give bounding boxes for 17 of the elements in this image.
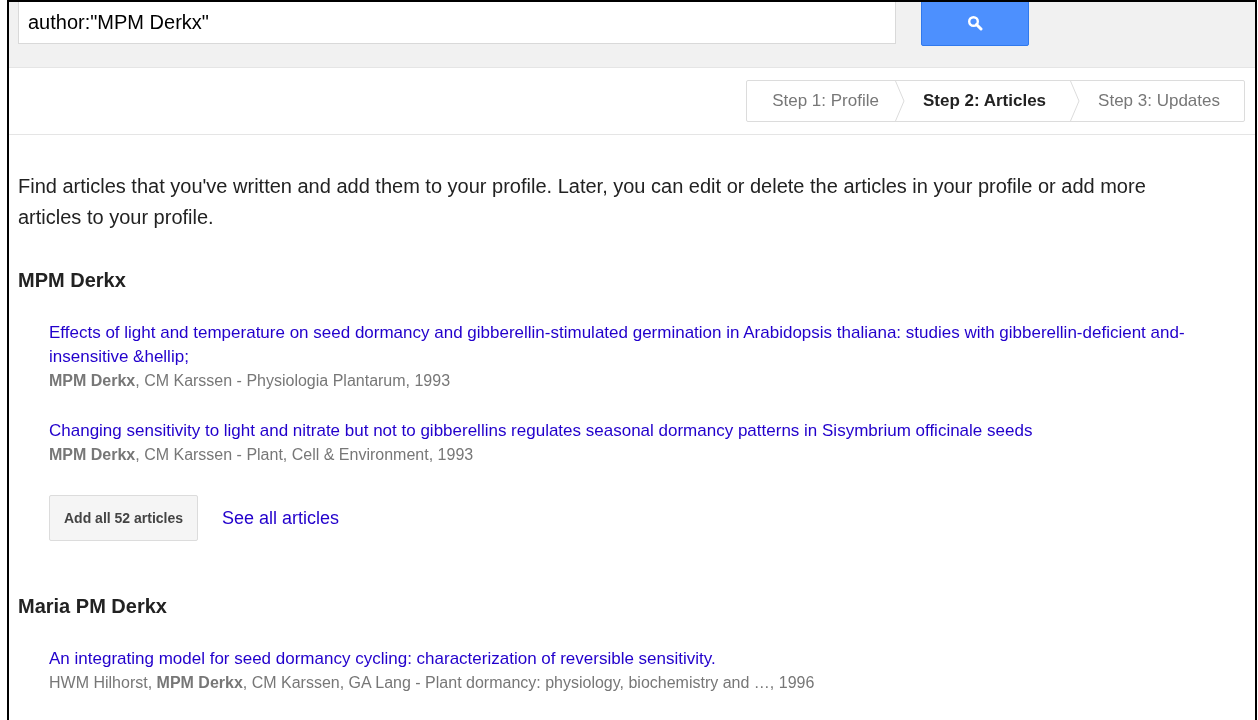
article-link[interactable]: Effects of light and temperature on seed dormancy and gibberellin-stimulated germination in Arabidopsis thaliana: studies with gibberellin-deficient and-insensitive &hellip;	[49, 321, 1209, 369]
add-all-button[interactable]: Add all 52 articles	[49, 495, 199, 541]
article-link[interactable]: An integrating model for seed dormancy cycling: characterization of reversible sensitivity.	[49, 647, 1209, 671]
article-meta: MPM Derkx, CM Karssen - Plant, Cell & Environment, 1993	[49, 445, 475, 465]
step-tab[interactable]: Step 3: Updates	[1080, 81, 1244, 121]
step-tab[interactable]: Step 1: Profile	[747, 81, 895, 121]
article-link[interactable]: Changing sensitivity to light and nitrate but not to gibberellins regulates seasonal dormancy patterns in Sisymbrium officinale seeds	[49, 419, 1209, 443]
author-name: Maria PM Derkx	[18, 594, 168, 619]
article-meta: MPM Derkx, CM Karssen - Physiologia Plantarum, 1993	[49, 371, 452, 391]
author-name: MPM Derkx	[18, 268, 127, 293]
see-all-link[interactable]: See all articles	[222, 504, 340, 532]
search-icon	[967, 15, 983, 31]
intro-text: Find articles that you've written and add them to your profile. Later, you can edit or delete the articles in your profile or add more articles to your profile.	[18, 174, 1147, 230]
search-field[interactable]: author:"MPM Derkx"	[18, 2, 896, 44]
search-button[interactable]	[921, 2, 1029, 46]
article-meta: HWM Hilhorst, MPM Derkx, CM Karssen, GA Lang - Plant dormancy: physiology, biochemistry and …, 1996	[49, 673, 816, 693]
step-tab[interactable]: Step 2: Articles	[904, 81, 1071, 121]
